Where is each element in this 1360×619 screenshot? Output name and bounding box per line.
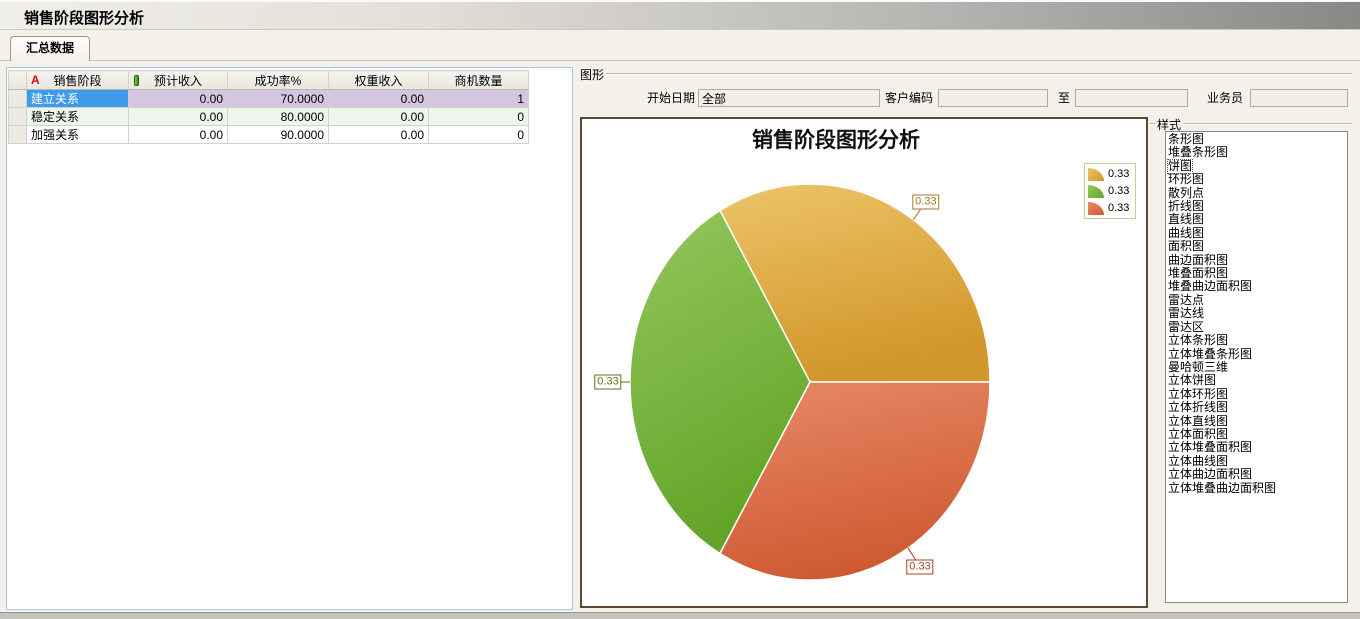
app-window: 销售阶段图形分析 汇总数据 A 销售阶段 [0,0,1360,619]
legend-entry: 0.33 [1088,167,1132,181]
legend-swatch-icon [1088,168,1104,181]
style-group-line-left [1150,123,1155,125]
style-list-item[interactable]: 饼图 [1168,160,1192,173]
tab-summary-data[interactable]: 汇总数据 [10,36,90,61]
summary-grid-panel: A 销售阶段 预计收入 成功率% 权重收入 商机数量 建立关系0.0070.00… [6,67,573,610]
content-area: A 销售阶段 预计收入 成功率% 权重收入 商机数量 建立关系0.0070.00… [0,61,1360,612]
window-titlebar: 销售阶段图形分析 [0,0,1360,30]
column-header-stage[interactable]: A 销售阶段 [27,71,129,90]
style-list-item[interactable]: 雷达点 [1168,294,1204,307]
to-label: 至 [1044,89,1070,107]
table-cell[interactable]: 0 [429,126,529,144]
start-date-label: 开始日期 [615,89,695,107]
style-list-item[interactable]: 立体直线图 [1168,415,1228,428]
style-list-item[interactable]: 立体堆叠面积图 [1168,441,1252,454]
legend-swatch-icon [1088,202,1104,215]
style-list-item[interactable]: 环形图 [1168,173,1204,186]
graph-group-line [606,73,1352,75]
style-list-item[interactable]: 折线图 [1168,200,1204,213]
style-list-item[interactable]: 曲边面积图 [1168,254,1228,267]
table-cell[interactable]: 建立关系 [27,90,129,108]
style-list-item[interactable]: 雷达线 [1168,307,1204,320]
style-list-item[interactable]: 面积图 [1168,240,1204,253]
table-cell[interactable]: 0.00 [329,90,429,108]
table-row: 建立关系0.0070.00000.001 [9,90,529,108]
column-header-expected-income[interactable]: 预计收入 [129,71,228,90]
row-indicator-header [9,71,27,90]
style-list-item[interactable]: 立体条形图 [1168,334,1228,347]
row-indicator-cell[interactable] [9,90,27,108]
table-cell[interactable]: 1 [429,90,529,108]
slice-value-label: 0.33 [912,194,939,209]
salesman-label: 业务员 [1167,89,1243,107]
style-list-item[interactable]: 曲线图 [1168,227,1204,240]
table-cell[interactable]: 70.0000 [228,90,329,108]
table-cell[interactable]: 0 [429,108,529,126]
chart-legend: 0.33 0.33 0.33 [1084,163,1136,219]
status-strip [0,612,1360,619]
summary-table-body: 建立关系0.0070.00000.001稳定关系0.0080.00000.000… [9,90,529,144]
salesman-input[interactable] [1250,89,1348,107]
table-cell[interactable]: 0.00 [329,126,429,144]
legend-label: 0.33 [1108,185,1129,197]
style-group-line [1184,123,1352,125]
style-list-item[interactable]: 直线图 [1168,213,1204,226]
table-cell[interactable]: 0.00 [129,90,228,108]
column-header-opportunity-count[interactable]: 商机数量 [429,71,529,90]
numeric-field-icon [134,75,139,86]
slice-value-label: 0.33 [594,375,621,390]
column-header-weighted-income[interactable]: 权重收入 [329,71,429,90]
legend-label: 0.33 [1108,168,1129,180]
slice-value-label: 0.33 [906,559,933,574]
style-list-item[interactable]: 立体饼图 [1168,374,1216,387]
style-list-item[interactable]: 条形图 [1168,133,1204,146]
summary-table: A 销售阶段 预计收入 成功率% 权重收入 商机数量 建立关系0.0070.00… [8,70,529,144]
legend-swatch-icon [1088,185,1104,198]
legend-label: 0.33 [1108,202,1129,214]
table-cell[interactable]: 稳定关系 [27,108,129,126]
column-header-success-rate[interactable]: 成功率% [228,71,329,90]
table-cell[interactable]: 0.00 [129,108,228,126]
style-list-item[interactable]: 堆叠曲边面积图 [1168,280,1252,293]
style-list-item[interactable]: 立体堆叠曲边面积图 [1168,482,1276,495]
row-indicator-cell[interactable] [9,126,27,144]
table-row: 稳定关系0.0080.00000.000 [9,108,529,126]
table-cell[interactable]: 0.00 [329,108,429,126]
table-cell[interactable]: 90.0000 [228,126,329,144]
row-indicator-cell[interactable] [9,108,27,126]
table-cell[interactable]: 80.0000 [228,108,329,126]
pie-svg [582,119,1146,606]
style-list-item[interactable]: 立体曲边面积图 [1168,468,1252,481]
style-list-item[interactable]: 立体堆叠条形图 [1168,348,1252,361]
string-field-icon: A [31,73,40,87]
label-leader-line [913,208,921,219]
table-header-row: A 销售阶段 预计收入 成功率% 权重收入 商机数量 [9,71,529,90]
style-list-item[interactable]: 堆叠条形图 [1168,146,1228,159]
tab-strip: 汇总数据 [0,31,1360,61]
style-list: 条形图堆叠条形图饼图环形图散列点折线图直线图曲线图面积图曲边面积图堆叠面积图堆叠… [1165,131,1348,603]
chart-area: 销售阶段图形分析 0.330.330.33 0.330.330.33 [580,117,1148,608]
customer-code-label: 客户编码 [853,89,933,107]
table-cell[interactable]: 加强关系 [27,126,129,144]
table-row: 加强关系0.0090.00000.000 [9,126,529,144]
customer-code-input[interactable] [938,89,1048,107]
page-title: 销售阶段图形分析 [24,7,144,28]
style-list-item[interactable]: 堆叠面积图 [1168,267,1228,280]
legend-entry: 0.33 [1088,201,1132,215]
table-cell[interactable]: 0.00 [129,126,228,144]
style-list-item[interactable]: 立体折线图 [1168,401,1228,414]
legend-entry: 0.33 [1088,184,1132,198]
graph-group-label: 图形 [580,66,604,83]
